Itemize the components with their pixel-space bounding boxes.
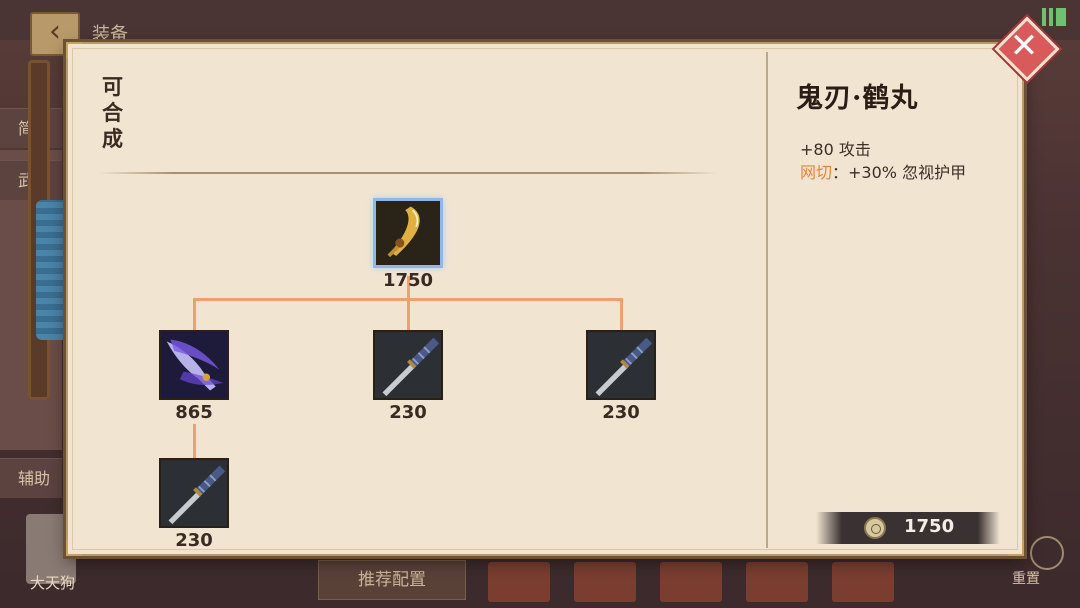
item-stat: +80 攻击 — [800, 140, 871, 159]
corner-ornament — [66, 540, 82, 556]
tree-connector — [193, 298, 196, 330]
item-name: 鬼刃·鹤丸 — [796, 83, 919, 114]
purple-flame-blade-icon — [161, 332, 227, 398]
tree-connector — [193, 424, 196, 458]
equip-slot[interactable] — [660, 562, 722, 602]
total-price: 1750 — [904, 516, 955, 537]
close-button[interactable]: ✕ — [994, 16, 1060, 82]
passive-name: 网切 — [800, 163, 833, 182]
root-price: 1750 — [382, 270, 434, 291]
corner-ornament — [1008, 540, 1024, 556]
grandchild-price: 230 — [175, 530, 213, 551]
craftable-heading: 可合成 — [102, 74, 123, 151]
reset-icon[interactable] — [1030, 536, 1064, 570]
top-bar — [0, 0, 1080, 40]
katana-icon — [375, 332, 441, 398]
recipe-root-item[interactable] — [373, 198, 443, 268]
coin-icon — [864, 517, 886, 539]
child-price: 230 — [389, 402, 427, 423]
corner-ornament — [66, 42, 82, 58]
child-price: 865 — [175, 402, 213, 423]
golden-blade-icon — [376, 201, 440, 265]
katana-icon — [161, 460, 227, 526]
tree-connector — [407, 298, 410, 330]
recipe-child-item[interactable] — [159, 330, 229, 400]
passive-text: ：+30% 忽视护甲 — [832, 163, 967, 182]
child-price: 230 — [602, 402, 640, 423]
reset-label: 重置 — [1012, 571, 1040, 587]
hero-name: 大天狗 — [30, 574, 76, 592]
equip-slot[interactable] — [488, 562, 550, 602]
heading-divider — [98, 172, 718, 174]
close-icon: ✕ — [1009, 26, 1039, 66]
item-recipe-panel: 可合成 1750 865 230 230 230 鬼刃·鹤丸 +80 攻击 网切… — [66, 42, 1024, 556]
equip-slot[interactable] — [832, 562, 894, 602]
katana-icon — [588, 332, 654, 398]
recommend-config-button[interactable]: 推荐配置 — [318, 560, 466, 600]
recipe-child-item[interactable] — [373, 330, 443, 400]
recipe-grandchild-item[interactable] — [159, 458, 229, 528]
recipe-child-item[interactable] — [586, 330, 656, 400]
tree-connector — [620, 298, 623, 330]
item-passive: 网切：+30% 忽视护甲 — [800, 159, 966, 183]
tab-support[interactable]: 辅助 — [0, 458, 62, 498]
equip-slot[interactable] — [574, 562, 636, 602]
equip-slot[interactable] — [746, 562, 808, 602]
vertical-divider — [766, 52, 768, 548]
back-arrow-icon: ‹ — [49, 14, 61, 49]
